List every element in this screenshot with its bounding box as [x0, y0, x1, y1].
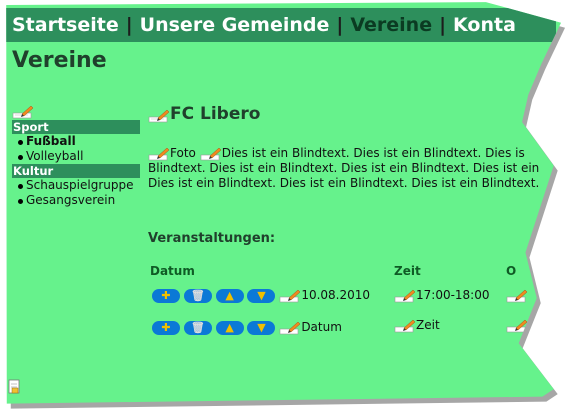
description-line: Dies ist ein Blindtext. Dies ist ein Bli…: [148, 176, 540, 190]
edit-pencil-icon[interactable]: [279, 289, 301, 303]
sidebar-category-kultur[interactable]: Kultur: [12, 164, 140, 178]
club-description: Foto Dies ist ein Blindtext. Dies ist ei…: [148, 146, 540, 191]
table-row: ✚ 🗑 ▲ ▼ 10.08.2010 17:00-18:00: [148, 288, 528, 318]
edit-pencil-icon[interactable]: [12, 105, 34, 119]
event-date: 10.08.2010: [301, 288, 371, 302]
move-down-button[interactable]: ▼: [247, 320, 276, 335]
delete-button[interactable]: 🗑: [183, 288, 212, 303]
top-navigation: Startseite | Unsere Gemeinde | Vereine | Konta: [6, 8, 556, 42]
nav-unsere-gemeinde[interactable]: Unsere Gemeinde: [140, 8, 330, 42]
event-date: Datum: [301, 320, 342, 334]
edit-pencil-icon[interactable]: [148, 147, 170, 161]
table-row: ✚ 🗑 ▲ ▼ Datum Zeit: [148, 318, 528, 348]
page-title: Vereine: [12, 48, 107, 73]
nav-separator: |: [125, 14, 133, 36]
page: Startseite | Unsere Gemeinde | Vereine | Konta…: [0, 0, 565, 414]
club-title: FC Libero: [170, 104, 261, 124]
add-button[interactable]: ✚: [152, 320, 180, 335]
nav-startseite[interactable]: Startseite: [6, 8, 119, 42]
description-line: Dies ist ein Blindtext. Dies ist ein Bli…: [221, 146, 525, 160]
event-time: Zeit: [416, 318, 440, 332]
sidebar-item-schauspielgruppe[interactable]: Schauspielgruppe: [12, 178, 140, 193]
move-up-button[interactable]: ▲: [215, 320, 244, 335]
main-content: FC Libero Foto Dies ist ein Blindtext. D…: [148, 104, 540, 348]
edit-pencil-icon[interactable]: [394, 319, 416, 333]
edit-pencil-icon[interactable]: [279, 321, 301, 335]
nav-kontakt[interactable]: Konta: [453, 8, 516, 42]
delete-button[interactable]: 🗑: [183, 320, 212, 335]
edit-pencil-icon[interactable]: [506, 289, 528, 303]
sidebar: Sport Fußball Volleyball Kultur Schauspi…: [12, 104, 140, 208]
edit-pencil-icon[interactable]: [200, 147, 222, 161]
move-down-button[interactable]: ▼: [247, 288, 276, 303]
move-up-button[interactable]: ▲: [215, 288, 244, 303]
add-button[interactable]: ✚: [152, 288, 180, 303]
photo-label: Foto: [170, 146, 196, 160]
events-table-header: Datum Zeit O: [148, 264, 528, 282]
sidebar-item-volleyball[interactable]: Volleyball: [12, 149, 140, 164]
sidebar-item-fussball[interactable]: Fußball: [12, 134, 140, 149]
events-heading: Veranstaltungen:: [148, 231, 276, 246]
column-datum: Datum: [150, 264, 195, 278]
sidebar-item-gesangsverein[interactable]: Gesangsverein: [12, 193, 140, 208]
column-ort: O: [506, 264, 517, 278]
nav-separator: |: [336, 14, 344, 36]
event-time: 17:00-18:00: [416, 288, 490, 302]
description-line: Blindtext. Dies ist ein Blindtext. Dies …: [148, 161, 540, 175]
footer-document-icon[interactable]: [8, 378, 22, 398]
page-body: Startseite | Unsere Gemeinde | Vereine | Konta…: [6, 2, 562, 404]
sidebar-category-sport[interactable]: Sport: [12, 120, 140, 134]
nav-separator: |: [439, 14, 447, 36]
edit-pencil-icon[interactable]: [394, 289, 416, 303]
edit-pencil-icon[interactable]: [148, 109, 170, 123]
column-zeit: Zeit: [394, 264, 421, 278]
nav-vereine[interactable]: Vereine: [350, 8, 432, 42]
document-edit-icon: [8, 379, 20, 394]
